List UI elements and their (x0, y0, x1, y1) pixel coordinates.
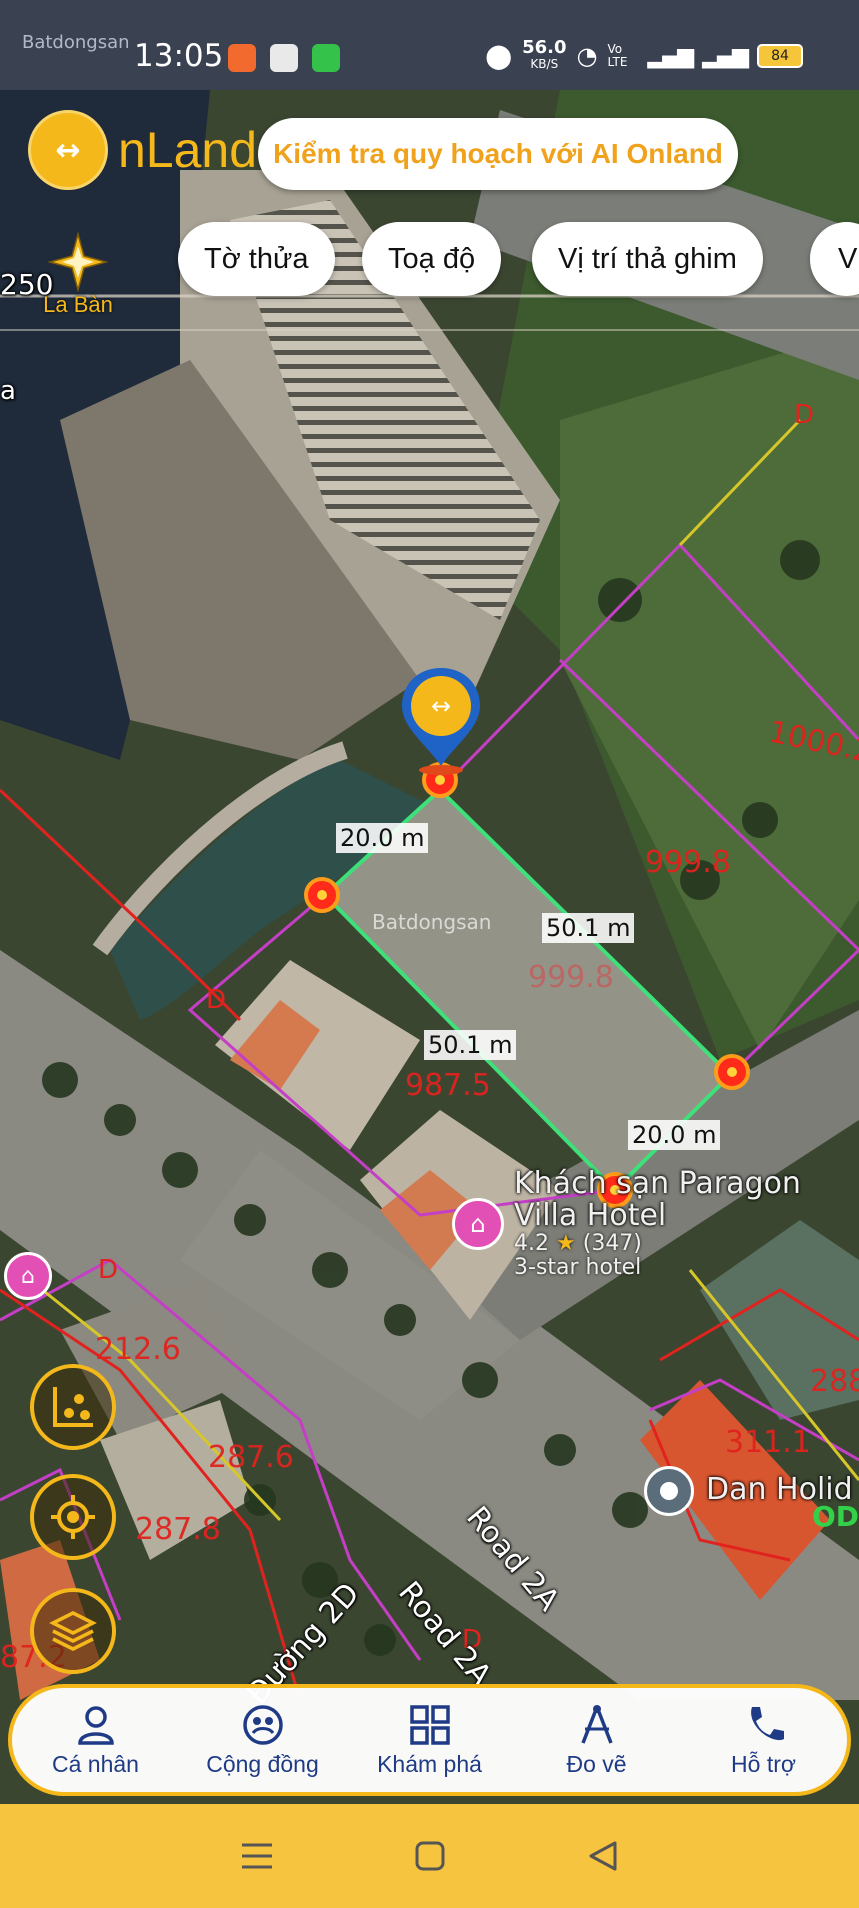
dimension-label: 20.0 m (336, 823, 429, 853)
dimension-label: 20.0 m (628, 1120, 721, 1150)
boundary-marker: D (794, 400, 815, 430)
nav-label: Cá nhân (52, 1750, 139, 1777)
status-icons: ⬤ 56.0 KB/S ◔ Vo LTE ▂▄▆ ▂▄▆ 84 (485, 37, 803, 72)
scatter-chart-icon (53, 1387, 93, 1427)
dimension-label: 50.1 m (424, 1030, 517, 1060)
nav-personal[interactable]: Cá nhân (12, 1688, 179, 1792)
status-bar: Batdongsan 13:05 ⬤ 56.0 KB/S ◔ Vo LTE ▂▄… (0, 0, 859, 90)
my-location-button[interactable] (30, 1474, 116, 1560)
compass-button[interactable]: La Bàn (40, 231, 116, 318)
edge-label: a (0, 376, 16, 406)
svg-text:↔: ↔ (431, 692, 451, 720)
home-button[interactable] (400, 1826, 460, 1886)
back-icon (589, 1841, 616, 1871)
parcel-number: 311.1 (725, 1425, 811, 1460)
nav-label: Cộng đồng (206, 1750, 319, 1777)
compass-icon (47, 231, 109, 293)
parcel-number: 999.8 (645, 845, 731, 880)
parcel-number: 287.8 (135, 1512, 221, 1547)
signal-icon: ▂▄▆ (702, 43, 749, 69)
logo-icon: ↔ (28, 110, 108, 190)
boundary-marker: D (206, 985, 227, 1015)
bottom-navigation: Cá nhân Cộng đồng Khám phá Đo vẽ Hỗ trợ (8, 1684, 851, 1796)
watermark: Batdongsan (22, 32, 130, 53)
location-pin[interactable]: ↔ (400, 666, 482, 776)
compass-label: La Bàn (43, 292, 113, 317)
bed-icon: ⌂ (470, 1210, 486, 1238)
nav-explore[interactable]: Khám phá (346, 1688, 513, 1792)
bed-icon: ⌂ (21, 1263, 35, 1289)
poi-name: Khách sạn Paragon (514, 1166, 801, 1201)
nav-measure[interactable]: Đo vẽ (513, 1688, 680, 1792)
poi-rating-row: 4.2 ★ (347) (514, 1232, 801, 1256)
zone-label: OD (812, 1500, 859, 1533)
parcel-number: 288 (810, 1364, 859, 1399)
statistics-button[interactable] (30, 1364, 116, 1450)
parcel-number: 287.6 (208, 1440, 294, 1475)
community-icon (242, 1704, 283, 1745)
battery-indicator: 84 (757, 44, 803, 68)
carrier: Vo LTE (607, 42, 628, 69)
map-watermark: Batdongsan (372, 910, 492, 934)
nav-label: Đo vẽ (566, 1750, 627, 1777)
app-notification-icon (228, 44, 256, 72)
boundary-marker: D (98, 1255, 119, 1285)
brand-logo: ↔ nLand (28, 110, 257, 190)
phone-notification-icon (312, 44, 340, 72)
location-icon: ⬤ (485, 42, 513, 70)
explore-icon (409, 1704, 450, 1745)
back-button[interactable] (573, 1826, 633, 1886)
layers-icon (49, 1611, 97, 1651)
poi-hotel-info[interactable]: Khách sạn Paragon Villa Hotel 4.2 ★ (347… (514, 1168, 801, 1280)
poi-marker[interactable] (644, 1466, 694, 1516)
square-icon (415, 1841, 444, 1871)
poi-reviews: (347) (582, 1231, 642, 1256)
phone-icon (750, 1706, 784, 1740)
parcel-number: 999.8 (528, 960, 614, 995)
poi-hotel-marker[interactable]: ⌂ (452, 1198, 504, 1250)
nav-label: Hỗ trợ (731, 1750, 796, 1777)
place-icon (660, 1482, 678, 1500)
chip-parcel-sheet[interactable]: Tờ thửa (178, 222, 335, 296)
dimension-label: 50.1 m (542, 913, 635, 943)
locate-icon (51, 1495, 95, 1539)
net-speed: 56.0 KB/S (522, 37, 567, 72)
poi-name-line2: Villa Hotel (514, 1198, 667, 1233)
menu-icon (241, 1843, 272, 1869)
signal-icon: ▂▄▆ (647, 43, 694, 69)
parcel-number: 212.6 (95, 1332, 181, 1367)
clock: 13:05 (134, 38, 224, 74)
nav-community[interactable]: Cộng đồng (179, 1688, 346, 1792)
brand-name: nLand (118, 122, 258, 178)
chip-coordinates[interactable]: Toạ độ (362, 222, 502, 296)
parcel-number: 987.5 (405, 1068, 491, 1103)
star-icon: ★ (556, 1231, 576, 1256)
poi-hotel-marker[interactable]: ⌂ (4, 1252, 52, 1300)
nav-support[interactable]: Hỗ trợ (680, 1688, 847, 1792)
layers-button[interactable] (30, 1588, 116, 1674)
nav-label: Khám phá (377, 1750, 482, 1777)
poi-rating: 4.2 (514, 1231, 549, 1256)
shop-notification-icon (270, 44, 298, 72)
recent-apps-button[interactable] (227, 1826, 287, 1886)
person-icon (77, 1705, 114, 1745)
ai-planning-check-button[interactable]: Kiểm tra quy hoạch với AI Onland (258, 118, 738, 190)
wifi-icon: ◔ (576, 42, 598, 70)
chip-drop-pin[interactable]: Vị trí thả ghim (532, 222, 763, 296)
pin-icon: ↔ (402, 668, 480, 775)
system-navigation-bar (0, 1804, 859, 1908)
poi-category: 3-star hotel (514, 1255, 642, 1280)
measure-icon (580, 1704, 613, 1744)
